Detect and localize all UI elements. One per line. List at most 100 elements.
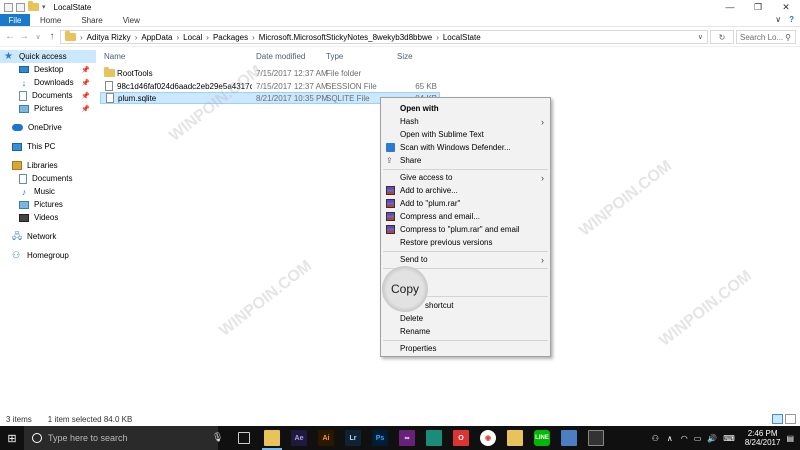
menu-item-restore[interactable]: Restore previous versions xyxy=(381,236,550,249)
menu-item-open-with[interactable]: Open with xyxy=(381,102,550,115)
menu-item-add-rar[interactable]: Add to "plum.rar" xyxy=(381,197,550,210)
sidebar-item-homegroup[interactable]: ⚇ Homegroup xyxy=(0,249,96,262)
file-date: 8/21/2017 10:35 PM xyxy=(256,93,329,103)
menu-item-copy[interactable]: Copy xyxy=(382,266,428,312)
photoshop-icon[interactable]: Ps xyxy=(372,430,388,446)
sidebar-item-music[interactable]: ♪ Music xyxy=(0,185,96,198)
refresh-button[interactable]: ↻ xyxy=(710,30,734,44)
menu-item-add-archive[interactable]: Add to archive... xyxy=(381,184,550,197)
sidebar-item-pictures[interactable]: Pictures 📌 xyxy=(0,102,96,115)
file-row-session[interactable]: 98c1d46faf024d6aadc2eb29e5a4317c.stor...… xyxy=(100,80,440,92)
menu-item-send-to[interactable]: Send to › xyxy=(381,253,550,266)
sidebar-item-quick-access[interactable]: ★ Quick access xyxy=(0,50,96,63)
after-effects-icon[interactable]: Ae xyxy=(291,430,307,446)
breadcrumb-sticky-notes[interactable]: Microsoft.MicrosoftStickyNotes_8wekyb3d8… xyxy=(259,33,432,42)
sidebar-item-lib-documents[interactable]: Documents xyxy=(0,172,96,185)
search-input[interactable]: Search Lo... ⚲ xyxy=(736,30,796,44)
menu-item-delete[interactable]: Delete xyxy=(381,312,550,325)
menu-item-give-access[interactable]: Give access to › xyxy=(381,171,550,184)
people-icon[interactable]: ⚇ xyxy=(652,434,659,443)
folder-icon xyxy=(104,67,115,77)
taskbar-search-input[interactable]: Type here to search xyxy=(24,426,218,450)
breadcrumb-packages[interactable]: Packages xyxy=(213,33,248,42)
menu-item-compress-rar-email[interactable]: Compress to "plum.rar" and email xyxy=(381,223,550,236)
start-button[interactable]: ⊞ xyxy=(0,426,24,450)
microphone-icon[interactable]: 🎙 xyxy=(212,432,223,443)
menu-item-compress-email[interactable]: Compress and email... xyxy=(381,210,550,223)
illustrator-icon[interactable]: Ai xyxy=(318,430,334,446)
tab-home[interactable]: Home xyxy=(30,14,71,26)
details-view-button[interactable] xyxy=(772,414,783,424)
sidebar-item-network[interactable]: 🖧 Network xyxy=(0,230,96,243)
windows-logo-icon: ⊞ xyxy=(7,432,17,445)
task-view-icon[interactable] xyxy=(238,432,250,444)
line-icon[interactable]: LINE xyxy=(534,430,550,446)
menu-item-hash[interactable]: Hash › xyxy=(381,115,550,128)
copy-label: Copy xyxy=(390,282,419,296)
lightroom-icon[interactable]: Lr xyxy=(345,430,361,446)
menu-item-share[interactable]: ⇪ Share xyxy=(381,154,550,167)
help-icon[interactable]: ? xyxy=(789,15,794,24)
properties-icon[interactable] xyxy=(16,2,25,12)
sidebar-item-documents[interactable]: Documents 📌 xyxy=(0,89,96,102)
app-icon[interactable] xyxy=(561,430,577,446)
file-explorer-icon[interactable] xyxy=(262,430,282,450)
documents-icon xyxy=(19,173,27,184)
sidebar-item-downloads[interactable]: ↓ Downloads 📌 xyxy=(0,76,96,89)
large-icons-view-button[interactable] xyxy=(785,414,796,424)
qat-dropdown-icon[interactable]: ▾ xyxy=(42,3,46,11)
tab-share[interactable]: Share xyxy=(71,14,112,26)
show-hidden-icons-icon[interactable]: ∧ xyxy=(667,434,673,443)
sidebar-item-this-pc[interactable]: This PC xyxy=(0,140,96,153)
column-header-name[interactable]: Name xyxy=(104,52,125,61)
column-header-type[interactable]: Type xyxy=(326,52,343,61)
opera-icon[interactable]: O xyxy=(453,430,469,446)
folder-icon[interactable] xyxy=(507,430,523,446)
chrome-icon[interactable]: ◉ xyxy=(480,430,496,446)
up-button[interactable]: ↑ xyxy=(45,30,59,44)
maximize-button[interactable]: ❐ xyxy=(744,0,772,14)
menu-item-scan-defender[interactable]: Scan with Windows Defender... xyxy=(381,141,550,154)
close-button[interactable]: ✕ xyxy=(772,0,800,14)
menu-item-properties[interactable]: Properties xyxy=(381,342,550,355)
tab-view[interactable]: View xyxy=(113,14,150,26)
new-folder-icon[interactable] xyxy=(28,1,39,11)
column-header-date[interactable]: Date modified xyxy=(256,52,305,61)
volume-icon[interactable]: 🔊 xyxy=(707,434,717,443)
wifi-icon[interactable]: ◠ xyxy=(681,434,688,443)
column-headers: Name Date modified Type Size xyxy=(100,50,800,63)
menu-item-label: Properties xyxy=(400,344,437,353)
sidebar-item-desktop[interactable]: Desktop 📌 xyxy=(0,63,96,76)
file-row-roottools[interactable]: RootTools 7/15/2017 12:37 AM File folder xyxy=(100,67,440,79)
address-bar[interactable]: › Aditya Rizky › AppData › Local › Packa… xyxy=(60,30,708,44)
clock[interactable]: 2:46 PM 8/24/2017 xyxy=(739,429,787,447)
sidebar-item-videos[interactable]: Videos xyxy=(0,211,96,224)
sidebar-item-onedrive[interactable]: OneDrive xyxy=(0,121,96,134)
breadcrumb-appdata[interactable]: AppData xyxy=(141,33,172,42)
menu-item-open-sublime[interactable]: Open with Sublime Text xyxy=(381,128,550,141)
recent-locations-button[interactable]: ∨ xyxy=(31,30,45,44)
breadcrumb-aditya-rizky[interactable]: Aditya Rizky xyxy=(87,33,131,42)
address-dropdown-icon[interactable]: ∨ xyxy=(698,33,703,41)
back-button[interactable]: ← xyxy=(3,30,17,44)
cmd-icon[interactable] xyxy=(588,430,604,446)
forward-button[interactable]: → xyxy=(17,30,31,44)
tab-file[interactable]: File xyxy=(0,14,30,26)
battery-icon[interactable]: ▭ xyxy=(694,434,702,443)
menu-item-label: Add to "plum.rar" xyxy=(400,199,461,208)
column-header-size[interactable]: Size xyxy=(397,52,413,61)
action-center-icon[interactable]: ▤ xyxy=(786,434,794,443)
menu-item-label: Scan with Windows Defender... xyxy=(400,143,511,152)
minimize-button[interactable]: — xyxy=(716,0,744,14)
sidebar-item-libraries[interactable]: Libraries xyxy=(0,159,96,172)
ribbon-expand-icon[interactable]: ∨ xyxy=(775,15,781,24)
keyboard-icon[interactable]: ⌨ xyxy=(723,434,735,443)
clock-date: 8/24/2017 xyxy=(744,438,781,447)
breadcrumb-local[interactable]: Local xyxy=(183,33,202,42)
sidebar-item-lib-pictures[interactable]: Pictures xyxy=(0,198,96,211)
star-icon: ★ xyxy=(4,50,13,62)
breadcrumb-localstate[interactable]: LocalState xyxy=(443,33,481,42)
menu-item-rename[interactable]: Rename xyxy=(381,325,550,338)
app-icon[interactable] xyxy=(426,430,442,446)
visual-studio-icon[interactable]: ∞ xyxy=(399,430,415,446)
